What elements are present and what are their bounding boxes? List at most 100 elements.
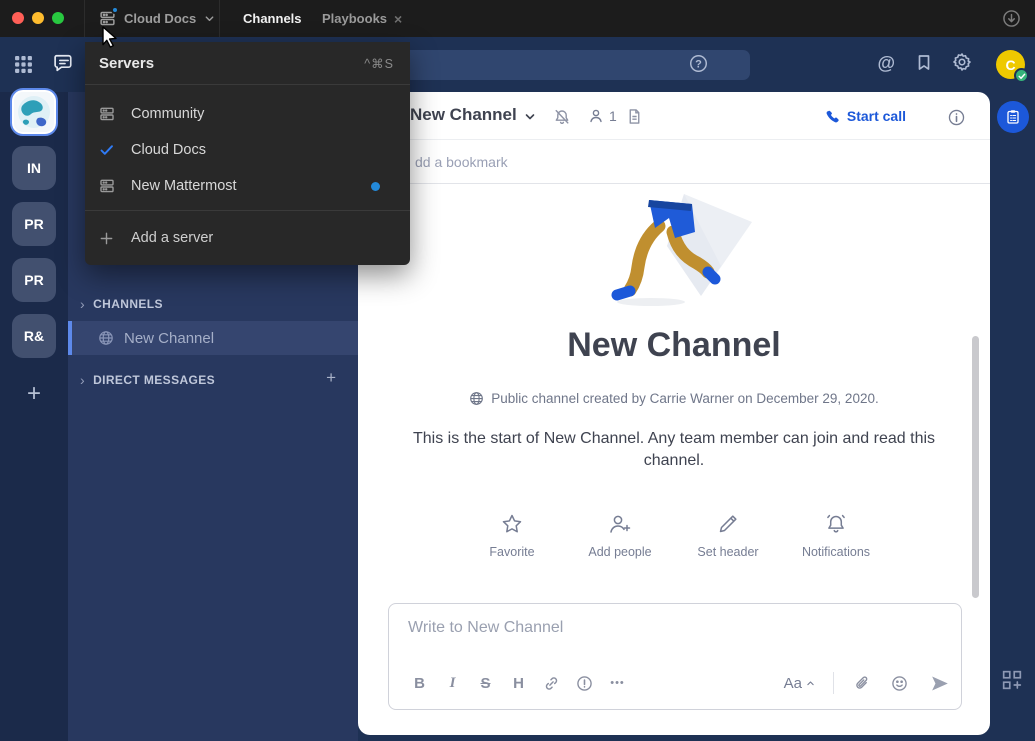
scrollbar-thumb[interactable]	[972, 336, 979, 598]
action-label: Set header	[697, 545, 758, 559]
message-composer: B I S H ••• Aa	[388, 603, 962, 710]
heading-button[interactable]: H	[502, 669, 535, 697]
user-avatar[interactable]: C	[996, 50, 1025, 79]
close-window-button[interactable]	[12, 12, 24, 24]
action-label: Notifications	[802, 545, 870, 559]
message-input[interactable]	[408, 619, 928, 637]
tab-channels-label: Channels	[243, 11, 302, 26]
saved-posts-icon[interactable]	[915, 53, 933, 72]
menu-item-cloud-docs[interactable]: Cloud Docs	[85, 132, 410, 168]
bookmark-bar[interactable]: dd a bookmark	[358, 141, 990, 184]
channel-members-button[interactable]: 1	[588, 108, 617, 124]
person-plus-icon	[607, 512, 633, 536]
zoom-window-button[interactable]	[52, 12, 64, 24]
app-bar	[990, 92, 1035, 741]
format-toggle-button[interactable]: Aa	[778, 675, 821, 692]
downloads-icon[interactable]	[1001, 8, 1022, 29]
settings-gear-icon[interactable]	[952, 52, 972, 72]
priority-icon[interactable]	[568, 669, 601, 697]
dm-group-label: DIRECT MESSAGES	[93, 373, 215, 387]
channels-product-icon[interactable]	[52, 50, 77, 75]
app-marketplace-icon[interactable]	[1002, 670, 1022, 690]
current-server-name: Cloud Docs	[124, 11, 196, 26]
channel-intro-illustration	[589, 192, 759, 312]
pinned-files-icon[interactable]	[626, 108, 643, 125]
window-titlebar: Cloud Docs Channels Playbooks ×	[0, 0, 1035, 37]
globe-icon	[469, 391, 484, 406]
channel-created-text: Public channel created by Carrie Warner …	[491, 391, 878, 406]
help-icon[interactable]: ?	[688, 53, 709, 74]
channel-menu-button[interactable]: New Channel	[410, 105, 536, 125]
direct-messages-group-header[interactable]: › DIRECT MESSAGES	[80, 372, 215, 388]
servers-dropdown-menu: Servers ^⌘S Community Cloud Docs New Mat…	[85, 42, 410, 265]
channel-header: New Channel 1 Start call	[358, 92, 990, 140]
tab-playbooks-label: Playbooks	[322, 11, 387, 26]
start-call-label: Start call	[847, 108, 906, 124]
avatar-initial: C	[1005, 57, 1015, 73]
bell-icon	[824, 512, 848, 536]
server-dropdown-button[interactable]: Cloud Docs	[84, 0, 220, 37]
favorite-button[interactable]: Favorite	[466, 512, 558, 559]
menu-item-community[interactable]: Community	[85, 96, 410, 132]
bold-button[interactable]: B	[403, 669, 436, 697]
channels-group-header[interactable]: › CHANNELS	[80, 296, 163, 312]
menu-divider	[85, 210, 410, 211]
server-rack-icon	[99, 178, 115, 194]
channel-view: New Channel 1 Start call	[358, 92, 990, 735]
servers-menu-header: Servers ^⌘S	[85, 42, 410, 85]
product-grid-icon[interactable]	[14, 55, 33, 74]
channel-info-icon[interactable]	[947, 108, 966, 127]
team-item[interactable]: PR	[12, 258, 56, 302]
team-sidebar: IN PR PR R& +	[0, 92, 68, 741]
plus-icon	[99, 231, 115, 246]
channel-created-meta: Public channel created by Carrie Warner …	[358, 391, 990, 406]
svg-text:?: ?	[695, 59, 702, 71]
team-globe-avatar	[14, 92, 54, 132]
add-bookmark-label: dd a bookmark	[415, 154, 508, 170]
emoji-icon[interactable]	[883, 669, 916, 697]
check-icon	[99, 142, 115, 158]
chevron-right-icon: ›	[80, 296, 85, 312]
minimize-window-button[interactable]	[32, 12, 44, 24]
team-item[interactable]: PR	[12, 202, 56, 246]
more-formatting-icon[interactable]: •••	[601, 669, 634, 697]
channel-intro-description: This is the start of New Channel. Any te…	[404, 428, 944, 472]
phone-icon	[825, 109, 840, 124]
formatting-toolbar: B I S H ••• Aa	[403, 667, 949, 699]
team-initials: PR	[24, 216, 43, 232]
send-message-icon[interactable]	[930, 674, 949, 693]
start-call-button[interactable]: Start call	[817, 104, 914, 128]
add-team-button[interactable]: +	[0, 380, 68, 408]
member-count: 1	[609, 108, 617, 124]
channels-group-label: CHANNELS	[93, 297, 163, 311]
add-direct-message-button[interactable]: +	[326, 368, 336, 388]
close-tab-icon[interactable]: ×	[394, 11, 402, 27]
menu-item-add-server[interactable]: Add a server	[85, 220, 410, 256]
tab-playbooks[interactable]: Playbooks ×	[322, 0, 402, 37]
italic-button[interactable]: I	[436, 669, 469, 697]
team-item[interactable]: R&	[12, 314, 56, 358]
team-item[interactable]: IN	[12, 146, 56, 190]
team-initials: R&	[24, 328, 44, 344]
servers-menu-shortcut: ^⌘S	[364, 56, 394, 71]
attachment-paperclip-icon[interactable]	[846, 669, 879, 697]
tab-channels[interactable]: Channels	[243, 0, 302, 37]
add-people-button[interactable]: Add people	[574, 512, 666, 559]
channel-intro-actions: Favorite Add people Set header	[358, 512, 990, 559]
pencil-icon	[716, 512, 740, 536]
menu-item-label: Community	[131, 106, 204, 122]
channel-intro: New Channel Public channel created by Ca…	[358, 184, 990, 559]
menu-item-label: Cloud Docs	[131, 142, 206, 158]
notifications-button[interactable]: Notifications	[790, 512, 882, 559]
playbooks-app-button[interactable]	[997, 101, 1029, 133]
channel-item-new-channel[interactable]: New Channel	[68, 321, 358, 355]
set-header-button[interactable]: Set header	[682, 512, 774, 559]
server-unread-dot	[111, 6, 119, 14]
link-icon[interactable]	[535, 669, 568, 697]
menu-item-new-mattermost[interactable]: New Mattermost	[85, 168, 410, 204]
strikethrough-button[interactable]: S	[469, 669, 502, 697]
team-item-active[interactable]	[10, 88, 58, 136]
mentions-icon[interactable]: @	[877, 53, 895, 74]
team-initials: IN	[27, 160, 41, 176]
mute-bell-slash-icon[interactable]	[553, 108, 571, 126]
